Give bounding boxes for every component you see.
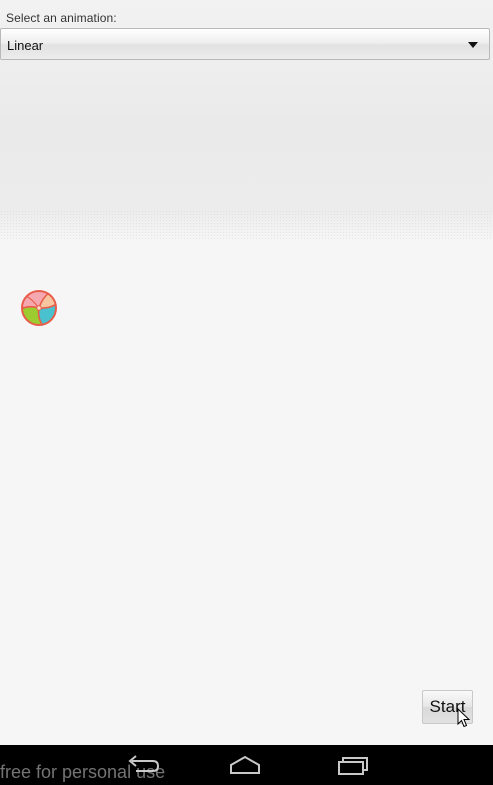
mouse-pointer-icon bbox=[457, 708, 471, 728]
header-fade bbox=[0, 210, 493, 240]
animation-select-value: Linear bbox=[7, 38, 44, 53]
navigation-bar bbox=[0, 745, 493, 785]
chevron-down-icon bbox=[468, 42, 478, 48]
beach-ball-icon bbox=[21, 290, 57, 326]
recent-apps-icon[interactable] bbox=[332, 753, 372, 777]
animation-select-label: Select an animation: bbox=[6, 11, 117, 25]
app-screen: Select an animation: Linear Start free f… bbox=[0, 0, 493, 785]
animation-select[interactable]: Linear bbox=[0, 28, 490, 60]
back-icon[interactable] bbox=[122, 753, 162, 777]
home-icon[interactable] bbox=[225, 753, 265, 777]
